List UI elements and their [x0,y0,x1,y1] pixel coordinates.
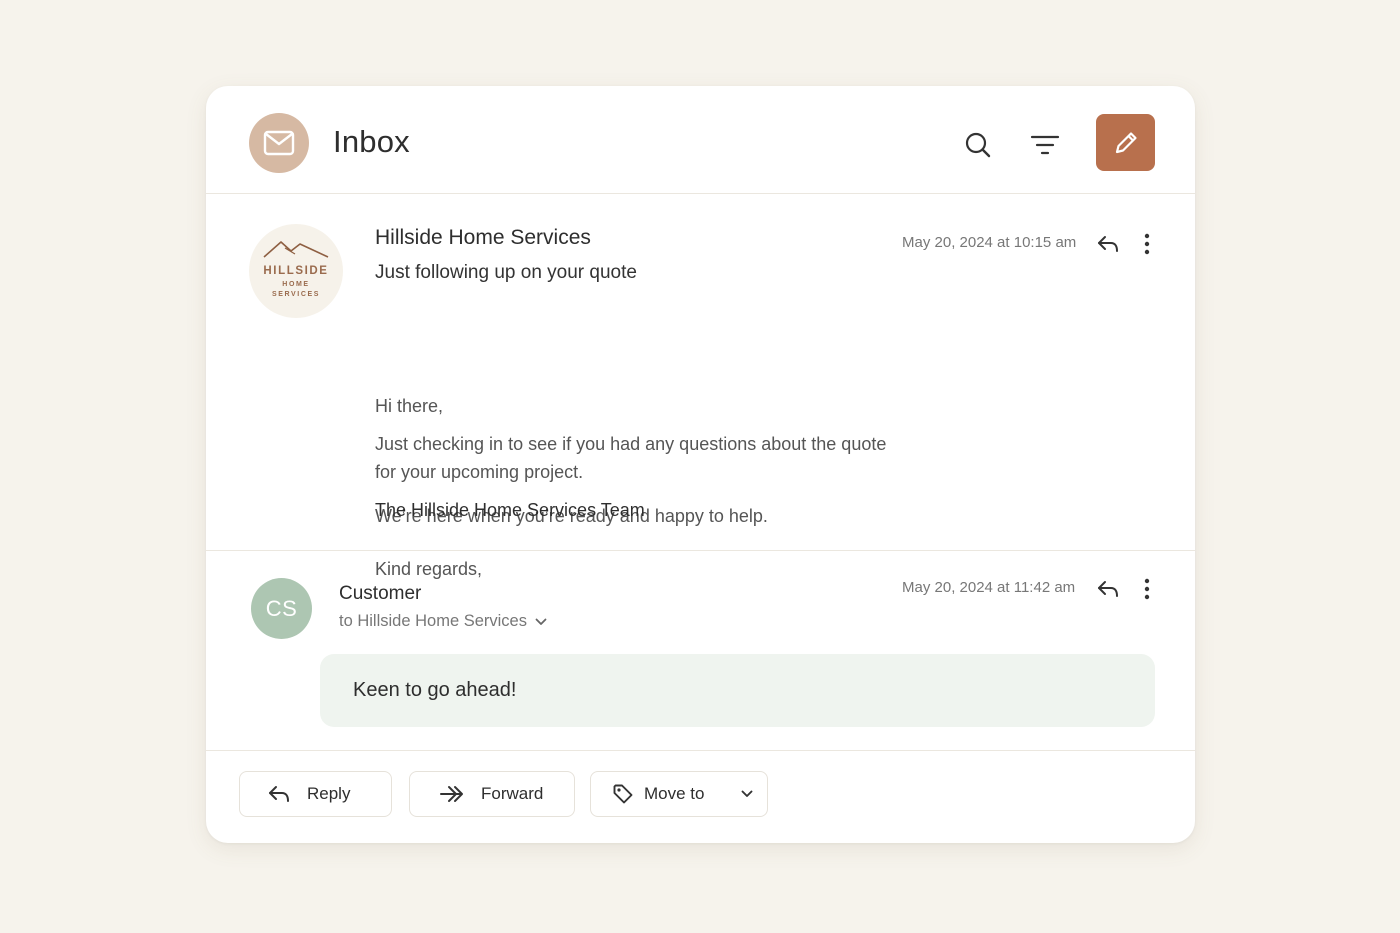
tag-icon [613,784,633,804]
move-to-dropdown[interactable]: Move to [590,771,768,817]
reply-icon [269,786,289,802]
page-title: Inbox [333,124,410,159]
more-options-icon[interactable] [1136,575,1158,603]
message-bubble: Keen to go ahead! [320,654,1155,727]
sender-logo: HILLSIDE HOME SERVICES [249,224,343,318]
pencil-icon [1115,131,1137,153]
email-card: Inbox HILLSIDE HOME SERVICES Hillside Ho… [206,86,1195,843]
more-options-icon[interactable] [1136,230,1158,258]
action-bar: Reply Forward Move to [206,752,1195,843]
logo-line3: SERVICES [271,291,321,298]
message-item: HILLSIDE HOME SERVICES Hillside Home Ser… [206,194,1195,579]
filter-button[interactable] [1025,125,1065,165]
message-body: Keen to go ahead! [353,679,517,701]
filter-icon [1030,135,1060,155]
reply-button[interactable]: Reply [239,771,392,817]
body-paragraph-line: for your upcoming project. [375,462,584,482]
sender-name: Hillside Home Services [375,226,591,249]
mail-icon [249,113,309,173]
reply-icon[interactable] [1094,575,1122,603]
body-signature: The Hillside Home Services Team [375,500,645,520]
reply-label: Reply [307,784,351,803]
body-paragraph-line: Just checking in to see if you had any q… [375,434,887,454]
forward-icon [440,786,463,802]
avatar: CS [251,578,312,639]
message-subject: Just following up on your quote [375,262,637,283]
compose-button[interactable] [1096,114,1155,171]
message-timestamp: May 20, 2024 at 11:42 am [902,579,1076,596]
forward-button[interactable]: Forward [409,771,575,817]
logo-line2: HOME [282,281,310,288]
inbox-header: Inbox [206,86,1195,194]
message-item: CS Customer to Hillside Home Services Ma… [206,552,1195,751]
recipient-toggle[interactable]: to Hillside Home Services [339,612,547,631]
chevron-down-icon [742,790,753,797]
recipient-label: to Hillside Home Services [339,612,527,630]
logo-name: HILLSIDE [263,265,329,277]
body-greeting: Hi there, [375,396,444,416]
search-button[interactable] [958,125,998,165]
message-timestamp: May 20, 2024 at 10:15 am [902,234,1077,251]
forward-label: Forward [481,784,544,803]
move-to-label: Move to [644,784,705,803]
search-icon [965,132,991,158]
reply-icon[interactable] [1094,230,1122,258]
chevron-down-icon [535,618,547,625]
sender-name: Customer [339,583,422,604]
mountain-icon [263,241,329,258]
